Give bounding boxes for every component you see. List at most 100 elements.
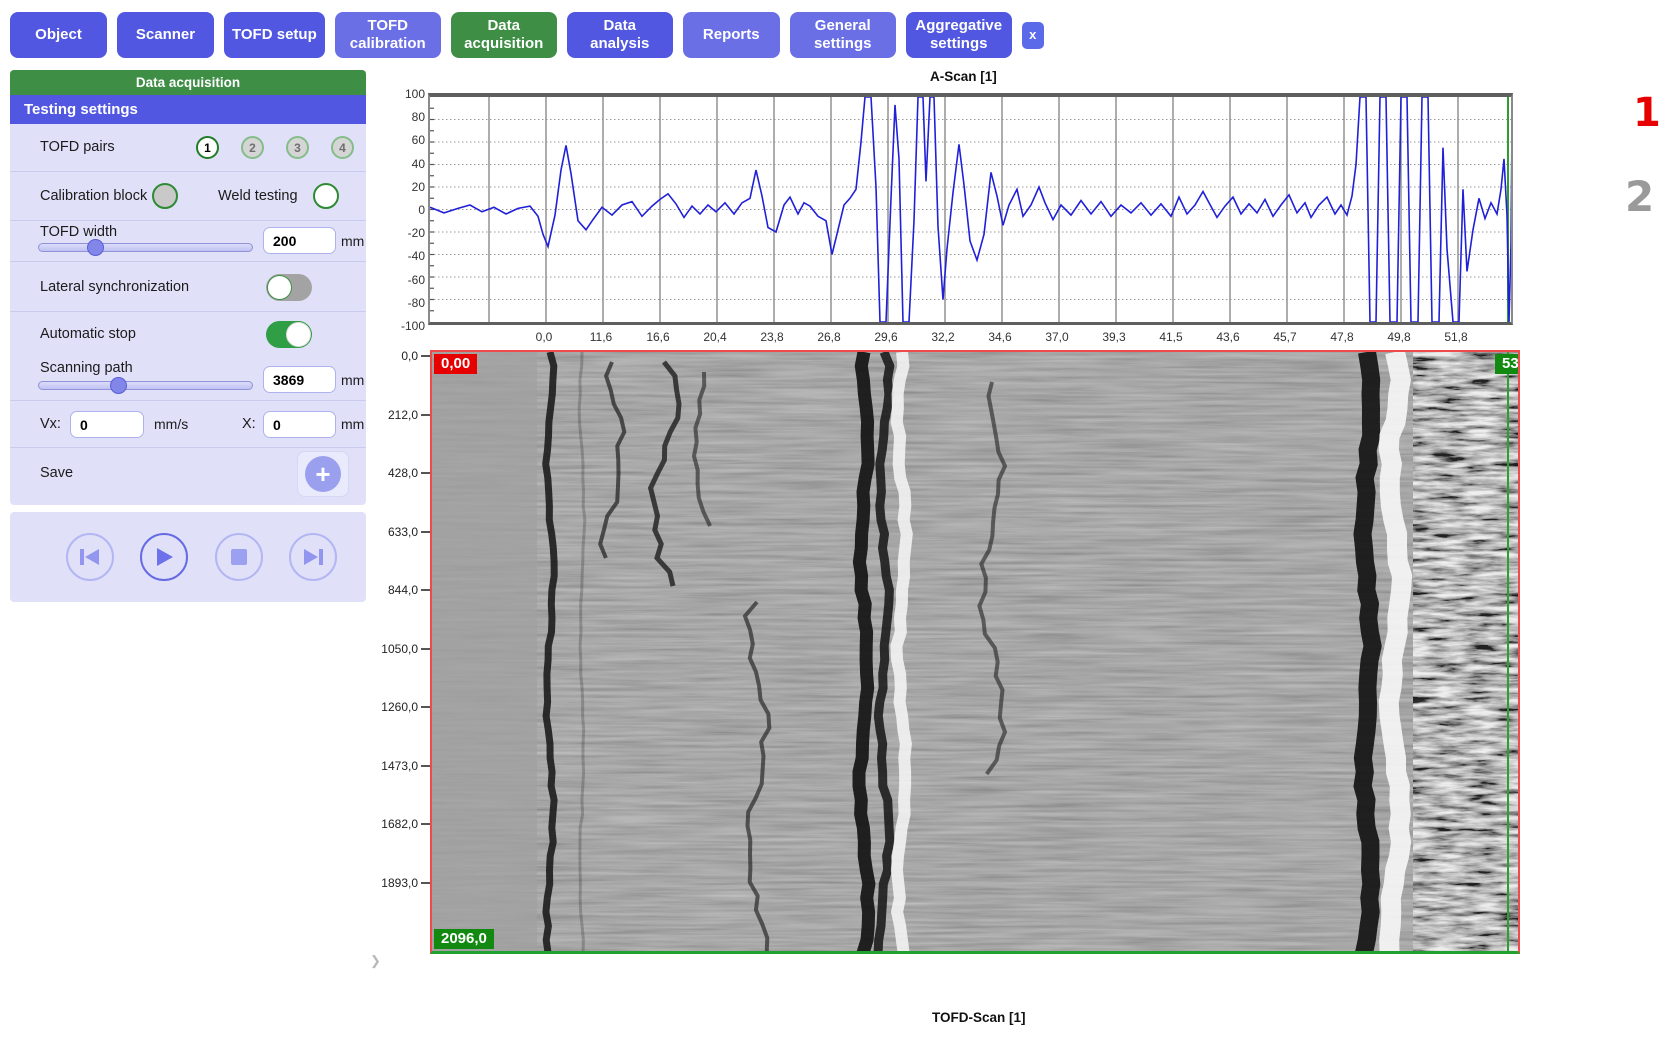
stop-icon bbox=[230, 548, 248, 566]
tofd-y-tick-label: 1260,0 bbox=[380, 700, 418, 714]
ascan-y-tick-label: -20 bbox=[391, 226, 425, 240]
ascan-y-tick-label: -80 bbox=[391, 296, 425, 310]
tofd-width-unit: mm bbox=[341, 233, 364, 249]
ascan-y-tick-label: -60 bbox=[391, 273, 425, 287]
nav-tab-general-settings[interactable]: General settings bbox=[790, 12, 896, 58]
tofd-scan-texture bbox=[432, 352, 1518, 951]
vx-label: Vx: bbox=[40, 416, 61, 432]
tofd-y-tick-label: 0,0 bbox=[380, 349, 418, 363]
save-label: Save bbox=[40, 465, 73, 481]
tofd-y-tick-label: 1473,0 bbox=[380, 759, 418, 773]
tofd-y-tick-mark bbox=[421, 648, 430, 650]
ascan-y-tick-label: -100 bbox=[391, 319, 425, 333]
ascan-x-tick-label: 51,8 bbox=[1444, 330, 1467, 344]
ascan-title: A-Scan [1] bbox=[930, 69, 997, 84]
tofd-title: TOFD-Scan [1] bbox=[932, 1010, 1026, 1025]
ascan-x-tick-label: 23,8 bbox=[760, 330, 783, 344]
tofd-length-badge: 2096,0 bbox=[434, 929, 494, 949]
tofd-width-label: TOFD width bbox=[40, 224, 117, 240]
tofd-width-input[interactable] bbox=[263, 227, 336, 254]
tofd-pair-option-1[interactable]: 1 bbox=[196, 136, 219, 159]
weld-testing-label: Weld testing bbox=[218, 188, 298, 204]
channel-1-marker[interactable]: 1 bbox=[1633, 90, 1661, 136]
nav-tab-reports[interactable]: Reports bbox=[683, 12, 780, 58]
ascan-x-tick-label: 0,0 bbox=[536, 330, 553, 344]
ascan-x-tick-label: 39,3 bbox=[1102, 330, 1125, 344]
channel-2-marker[interactable]: 2 bbox=[1625, 172, 1654, 221]
ascan-x-tick-label: 16,6 bbox=[646, 330, 669, 344]
auto-stop-row: Automatic stop bbox=[10, 312, 366, 356]
scanning-path-input[interactable] bbox=[263, 366, 336, 393]
transport-stop-button[interactable] bbox=[215, 533, 263, 581]
nav-tab-data-analysis[interactable]: Data analysis bbox=[567, 12, 673, 58]
nav-tab-scanner[interactable]: Scanner bbox=[117, 12, 214, 58]
save-add-button[interactable]: + bbox=[305, 456, 341, 492]
tofd-y-tick-mark bbox=[421, 414, 430, 416]
ascan-y-tick-label: 60 bbox=[391, 133, 425, 147]
ascan-x-tick-label: 29,6 bbox=[874, 330, 897, 344]
settings-panel: Data acquisition Testing settings TOFD p… bbox=[10, 70, 366, 505]
vx-input[interactable] bbox=[70, 411, 144, 438]
weld-testing-radio[interactable] bbox=[313, 183, 339, 209]
calibration-block-radio[interactable] bbox=[152, 183, 178, 209]
play-icon bbox=[154, 547, 174, 567]
scanning-path-label: Scanning path bbox=[40, 360, 133, 376]
tofd-pairs-label: TOFD pairs bbox=[40, 139, 115, 155]
ascan-chart[interactable] bbox=[428, 93, 1513, 325]
tofd-y-tick-mark bbox=[421, 706, 430, 708]
tofd-width-slider-thumb[interactable] bbox=[87, 239, 104, 256]
save-row: Save + bbox=[10, 448, 366, 501]
skip-start-icon bbox=[79, 547, 101, 567]
section-header-testing-settings[interactable]: Testing settings bbox=[10, 95, 366, 124]
tofd-depth-cursor-badge: 53,39 bbox=[1495, 354, 1520, 374]
tofd-y-tick-label: 633,0 bbox=[380, 525, 418, 539]
nav-tab-data-acquisition[interactable]: Data acquisition bbox=[451, 12, 557, 58]
tofd-scan-image[interactable]: 0,00 53,39 2096,0 bbox=[430, 350, 1520, 954]
panel-title: Data acquisition bbox=[10, 70, 366, 95]
ascan-x-tick-label: 34,6 bbox=[988, 330, 1011, 344]
x-input[interactable] bbox=[263, 411, 336, 438]
tofd-y-tick-mark bbox=[421, 589, 430, 591]
lateral-sync-row: Lateral synchronization bbox=[10, 262, 366, 312]
transport-panel bbox=[10, 512, 366, 602]
tofd-y-tick-mark bbox=[421, 472, 430, 474]
tofd-pair-option-2[interactable]: 2 bbox=[241, 136, 264, 159]
scanning-path-unit: mm bbox=[341, 372, 364, 388]
transport-skip-end-button[interactable] bbox=[289, 533, 337, 581]
nav-tab-object[interactable]: Object bbox=[10, 12, 107, 58]
tofd-y-tick-label: 212,0 bbox=[380, 408, 418, 422]
nav-tab-aggregative-settings[interactable]: Aggregative settings bbox=[906, 12, 1012, 58]
auto-stop-label: Automatic stop bbox=[40, 326, 136, 342]
tofd-y-tick-label: 1682,0 bbox=[380, 817, 418, 831]
ascan-x-tick-label: 49,8 bbox=[1387, 330, 1410, 344]
scanning-path-row: Scanning path mm bbox=[10, 356, 366, 401]
top-navigation: ObjectScannerTOFD setupTOFD calibrationD… bbox=[10, 12, 1044, 58]
scanning-path-slider-thumb[interactable] bbox=[110, 377, 127, 394]
scanning-path-slider[interactable] bbox=[38, 381, 253, 390]
ascan-y-tick-label: 40 bbox=[391, 157, 425, 171]
ascan-x-tick-label: 32,2 bbox=[931, 330, 954, 344]
nav-tab-tofd-calibration[interactable]: TOFD calibration bbox=[335, 12, 441, 58]
tofd-pair-option-3[interactable]: 3 bbox=[286, 136, 309, 159]
nav-close-button[interactable]: x bbox=[1022, 22, 1044, 49]
ascan-x-tick-label: 11,6 bbox=[590, 330, 612, 344]
x-unit: mm bbox=[341, 416, 364, 432]
ascan-x-tick-label: 37,0 bbox=[1045, 330, 1068, 344]
ascan-y-tick-label: 20 bbox=[391, 180, 425, 194]
transport-play-button[interactable] bbox=[140, 533, 188, 581]
lateral-sync-toggle[interactable] bbox=[266, 274, 312, 301]
tofd-pair-option-4[interactable]: 4 bbox=[331, 136, 354, 159]
ascan-y-tick-label: 0 bbox=[391, 203, 425, 217]
tofd-y-tick-mark bbox=[421, 823, 430, 825]
tofd-y-tick-label: 428,0 bbox=[380, 466, 418, 480]
tofd-pairs-row: TOFD pairs 1234 bbox=[10, 124, 366, 172]
nav-tab-tofd-setup[interactable]: TOFD setup bbox=[224, 12, 325, 58]
velocity-position-row: Vx: mm/s X: mm bbox=[10, 401, 366, 448]
transport-skip-start-button[interactable] bbox=[66, 533, 114, 581]
ascan-x-tick-label: 47,8 bbox=[1330, 330, 1353, 344]
tofd-origin-badge: 0,00 bbox=[434, 354, 477, 374]
auto-stop-toggle[interactable] bbox=[266, 321, 312, 348]
mode-row: Calibration block Weld testing bbox=[10, 172, 366, 221]
vx-unit: mm/s bbox=[154, 416, 188, 432]
tofd-width-slider[interactable] bbox=[38, 243, 253, 252]
